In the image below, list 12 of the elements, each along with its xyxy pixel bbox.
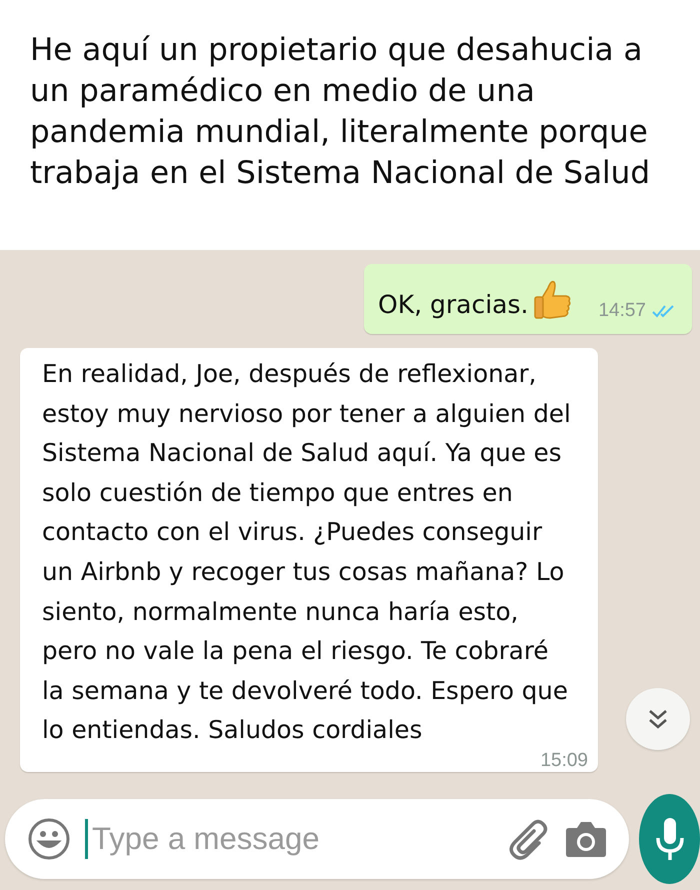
message-input-field[interactable]: Type a message [90,820,493,858]
camera-icon[interactable] [565,820,607,858]
message-time: 14:57 [598,300,646,322]
message-text: En realidad, Joe, después de reflexionar, estoy muy nervioso por tener a alguien del Sistema Nacional de Salud aquí. Ya que es solo cuestión de tiempo que entres en contacto con el virus. ¿Puedes conseguir un Airbnb y recoger tus cosas mañana? Lo siento, normalmente nunca haría esto, pero no vale la pena el riesgo. Te cobraré la semana y te devolveré todo. Espero que lo entiendas. Saludos cordiales [42,358,572,746]
scroll-down-button[interactable] [626,688,690,750]
thumbs-up-icon [532,278,572,322]
message-input-bar[interactable]: Type a message [5,798,629,878]
emoji-icon[interactable] [27,816,71,860]
message-time: 15:09 [540,750,588,772]
microphone-icon [654,816,684,862]
message-text: OK, gracias. [378,289,528,321]
caption-text: He aquí un propietario que desahucia a un paramédico en medio de una pandemia mundial, literalmente porque trabaja en el Sistema Nacional de Salud [30,31,651,193]
